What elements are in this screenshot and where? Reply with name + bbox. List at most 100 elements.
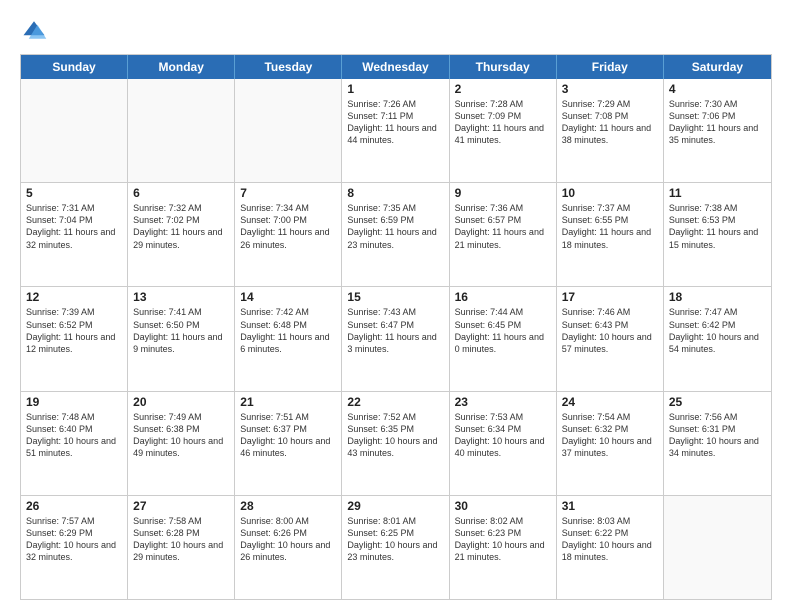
day-cell-14: 14 Sunrise: 7:42 AM Sunset: 6:48 PM Dayli… bbox=[235, 287, 342, 390]
day-number: 7 bbox=[240, 186, 336, 200]
day-number: 20 bbox=[133, 395, 229, 409]
day-header-monday: Monday bbox=[128, 55, 235, 79]
day-number: 22 bbox=[347, 395, 443, 409]
day-number: 17 bbox=[562, 290, 658, 304]
day-info: Sunrise: 7:48 AM Sunset: 6:40 PM Dayligh… bbox=[26, 411, 122, 460]
calendar-body: 1Sunrise: 7:26 AM Sunset: 7:11 PM Daylig… bbox=[21, 79, 771, 599]
day-number: 30 bbox=[455, 499, 551, 513]
day-cell-30: 30 Sunrise: 8:02 AM Sunset: 6:23 PM Dayli… bbox=[450, 496, 557, 599]
day-cell-24: 24 Sunrise: 7:54 AM Sunset: 6:32 PM Dayli… bbox=[557, 392, 664, 495]
day-number: 21 bbox=[240, 395, 336, 409]
day-info: Sunrise: 7:46 AM Sunset: 6:43 PM Dayligh… bbox=[562, 306, 658, 355]
day-number: 16 bbox=[455, 290, 551, 304]
day-info: Sunrise: 7:30 AM Sunset: 7:06 PM Dayligh… bbox=[669, 98, 766, 147]
day-number: 31 bbox=[562, 499, 658, 513]
day-cell-15: 15 Sunrise: 7:43 AM Sunset: 6:47 PM Dayli… bbox=[342, 287, 449, 390]
day-cell-23: 23Sunrise: 7:53 AM Sunset: 6:34 PM Dayli… bbox=[450, 392, 557, 495]
day-number: 24 bbox=[562, 395, 658, 409]
day-cell-12: 12 Sunrise: 7:39 AM Sunset: 6:52 PM Dayli… bbox=[21, 287, 128, 390]
day-number: 3 bbox=[562, 82, 658, 96]
day-number: 12 bbox=[26, 290, 122, 304]
day-cell-4: 4 Sunrise: 7:30 AM Sunset: 7:06 PM Daylig… bbox=[664, 79, 771, 182]
calendar-page: SundayMondayTuesdayWednesdayThursdayFrid… bbox=[0, 0, 792, 612]
day-cell-20: 20 Sunrise: 7:49 AM Sunset: 6:38 PM Dayli… bbox=[128, 392, 235, 495]
day-number: 14 bbox=[240, 290, 336, 304]
day-info: Sunrise: 8:02 AM Sunset: 6:23 PM Dayligh… bbox=[455, 515, 551, 564]
day-number: 2 bbox=[455, 82, 551, 96]
day-info: Sunrise: 7:52 AM Sunset: 6:35 PM Dayligh… bbox=[347, 411, 443, 460]
day-number: 28 bbox=[240, 499, 336, 513]
day-number: 13 bbox=[133, 290, 229, 304]
calendar-week-4: 19Sunrise: 7:48 AM Sunset: 6:40 PM Dayli… bbox=[21, 392, 771, 496]
day-number: 5 bbox=[26, 186, 122, 200]
day-info: Sunrise: 8:00 AM Sunset: 6:26 PM Dayligh… bbox=[240, 515, 336, 564]
day-cell-22: 22 Sunrise: 7:52 AM Sunset: 6:35 PM Dayli… bbox=[342, 392, 449, 495]
day-info: Sunrise: 8:01 AM Sunset: 6:25 PM Dayligh… bbox=[347, 515, 443, 564]
day-cell-3: 3 Sunrise: 7:29 AM Sunset: 7:08 PM Daylig… bbox=[557, 79, 664, 182]
day-info: Sunrise: 7:54 AM Sunset: 6:32 PM Dayligh… bbox=[562, 411, 658, 460]
page-header bbox=[20, 16, 772, 44]
day-info: Sunrise: 7:53 AM Sunset: 6:34 PM Dayligh… bbox=[455, 411, 551, 460]
day-cell-6: 6 Sunrise: 7:32 AM Sunset: 7:02 PM Daylig… bbox=[128, 183, 235, 286]
day-cell-1: 1Sunrise: 7:26 AM Sunset: 7:11 PM Daylig… bbox=[342, 79, 449, 182]
day-info: Sunrise: 7:58 AM Sunset: 6:28 PM Dayligh… bbox=[133, 515, 229, 564]
day-number: 4 bbox=[669, 82, 766, 96]
calendar-header-row: SundayMondayTuesdayWednesdayThursdayFrid… bbox=[21, 55, 771, 79]
day-header-sunday: Sunday bbox=[21, 55, 128, 79]
day-info: Sunrise: 7:31 AM Sunset: 7:04 PM Dayligh… bbox=[26, 202, 122, 251]
day-number: 18 bbox=[669, 290, 766, 304]
day-cell-21: 21 Sunrise: 7:51 AM Sunset: 6:37 PM Dayli… bbox=[235, 392, 342, 495]
day-cell-17: 17 Sunrise: 7:46 AM Sunset: 6:43 PM Dayli… bbox=[557, 287, 664, 390]
day-info: Sunrise: 7:57 AM Sunset: 6:29 PM Dayligh… bbox=[26, 515, 122, 564]
day-info: Sunrise: 7:35 AM Sunset: 6:59 PM Dayligh… bbox=[347, 202, 443, 251]
logo-icon bbox=[20, 16, 48, 44]
day-number: 29 bbox=[347, 499, 443, 513]
day-header-wednesday: Wednesday bbox=[342, 55, 449, 79]
day-info: Sunrise: 7:37 AM Sunset: 6:55 PM Dayligh… bbox=[562, 202, 658, 251]
day-cell-5: 5 Sunrise: 7:31 AM Sunset: 7:04 PM Daylig… bbox=[21, 183, 128, 286]
day-info: Sunrise: 7:39 AM Sunset: 6:52 PM Dayligh… bbox=[26, 306, 122, 355]
day-info: Sunrise: 7:36 AM Sunset: 6:57 PM Dayligh… bbox=[455, 202, 551, 251]
day-cell-31: 31Sunrise: 8:03 AM Sunset: 6:22 PM Dayli… bbox=[557, 496, 664, 599]
day-number: 11 bbox=[669, 186, 766, 200]
day-header-saturday: Saturday bbox=[664, 55, 771, 79]
day-cell-2: 2Sunrise: 7:28 AM Sunset: 7:09 PM Daylig… bbox=[450, 79, 557, 182]
day-info: Sunrise: 7:26 AM Sunset: 7:11 PM Dayligh… bbox=[347, 98, 443, 147]
day-cell-10: 10 Sunrise: 7:37 AM Sunset: 6:55 PM Dayli… bbox=[557, 183, 664, 286]
day-cell-25: 25Sunrise: 7:56 AM Sunset: 6:31 PM Dayli… bbox=[664, 392, 771, 495]
day-header-thursday: Thursday bbox=[450, 55, 557, 79]
logo bbox=[20, 16, 52, 44]
day-info: Sunrise: 7:44 AM Sunset: 6:45 PM Dayligh… bbox=[455, 306, 551, 355]
day-number: 15 bbox=[347, 290, 443, 304]
day-number: 27 bbox=[133, 499, 229, 513]
day-info: Sunrise: 7:41 AM Sunset: 6:50 PM Dayligh… bbox=[133, 306, 229, 355]
calendar-week-1: 1Sunrise: 7:26 AM Sunset: 7:11 PM Daylig… bbox=[21, 79, 771, 183]
day-header-friday: Friday bbox=[557, 55, 664, 79]
day-cell-28: 28 Sunrise: 8:00 AM Sunset: 6:26 PM Dayli… bbox=[235, 496, 342, 599]
calendar-week-5: 26Sunrise: 7:57 AM Sunset: 6:29 PM Dayli… bbox=[21, 496, 771, 599]
day-number: 8 bbox=[347, 186, 443, 200]
day-number: 6 bbox=[133, 186, 229, 200]
day-info: Sunrise: 7:49 AM Sunset: 6:38 PM Dayligh… bbox=[133, 411, 229, 460]
day-cell-9: 9 Sunrise: 7:36 AM Sunset: 6:57 PM Daylig… bbox=[450, 183, 557, 286]
day-info: Sunrise: 7:29 AM Sunset: 7:08 PM Dayligh… bbox=[562, 98, 658, 147]
day-cell-13: 13 Sunrise: 7:41 AM Sunset: 6:50 PM Dayli… bbox=[128, 287, 235, 390]
day-number: 9 bbox=[455, 186, 551, 200]
empty-cell bbox=[235, 79, 342, 182]
day-number: 10 bbox=[562, 186, 658, 200]
day-info: Sunrise: 7:34 AM Sunset: 7:00 PM Dayligh… bbox=[240, 202, 336, 251]
day-info: Sunrise: 7:47 AM Sunset: 6:42 PM Dayligh… bbox=[669, 306, 766, 355]
calendar-week-2: 5 Sunrise: 7:31 AM Sunset: 7:04 PM Daylig… bbox=[21, 183, 771, 287]
day-info: Sunrise: 7:38 AM Sunset: 6:53 PM Dayligh… bbox=[669, 202, 766, 251]
day-cell-8: 8 Sunrise: 7:35 AM Sunset: 6:59 PM Daylig… bbox=[342, 183, 449, 286]
day-cell-19: 19Sunrise: 7:48 AM Sunset: 6:40 PM Dayli… bbox=[21, 392, 128, 495]
calendar-grid: SundayMondayTuesdayWednesdayThursdayFrid… bbox=[20, 54, 772, 600]
day-info: Sunrise: 7:42 AM Sunset: 6:48 PM Dayligh… bbox=[240, 306, 336, 355]
day-info: Sunrise: 7:56 AM Sunset: 6:31 PM Dayligh… bbox=[669, 411, 766, 460]
day-info: Sunrise: 7:43 AM Sunset: 6:47 PM Dayligh… bbox=[347, 306, 443, 355]
empty-cell bbox=[21, 79, 128, 182]
day-cell-26: 26Sunrise: 7:57 AM Sunset: 6:29 PM Dayli… bbox=[21, 496, 128, 599]
day-cell-11: 11 Sunrise: 7:38 AM Sunset: 6:53 PM Dayli… bbox=[664, 183, 771, 286]
day-info: Sunrise: 7:51 AM Sunset: 6:37 PM Dayligh… bbox=[240, 411, 336, 460]
day-info: Sunrise: 7:32 AM Sunset: 7:02 PM Dayligh… bbox=[133, 202, 229, 251]
